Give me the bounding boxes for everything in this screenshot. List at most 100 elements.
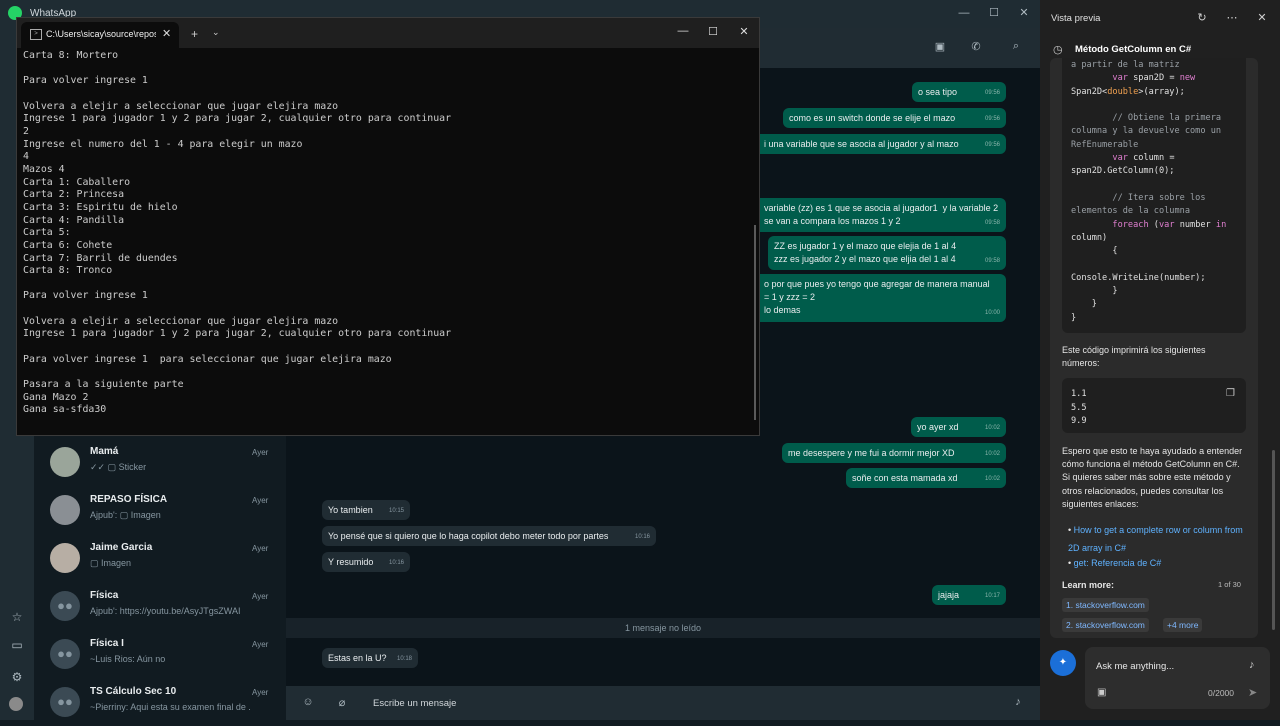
terminal-scrollbar[interactable]: [754, 225, 756, 420]
chat-preview: ▢ Imagen: [90, 558, 132, 568]
new-tab-icon[interactable]: +: [191, 27, 198, 41]
ask-input-box[interactable]: [1085, 647, 1270, 709]
message-text: Yo tambien: [328, 505, 373, 515]
message-text: i una variable que se asocia al jugador …: [764, 139, 959, 149]
terminal-tab-title: C:\Users\sicay\source\repos\: [46, 29, 156, 39]
microphone-icon[interactable]: ♪: [1010, 696, 1026, 710]
message-bubble[interactable]: o sea tipo 09:56: [912, 82, 1006, 102]
message-time: 10:16: [634, 534, 650, 540]
message-bubble[interactable]: ZZ es jugador 1 y el mazo que elejia de …: [768, 236, 1006, 270]
maximize-icon[interactable]: ☐: [984, 4, 1004, 22]
message-time: 09:56: [984, 90, 1000, 96]
reference-link[interactable]: get: Referencia de C#: [1074, 558, 1162, 568]
chat-preview: ✓✓ ▢ Sticker: [90, 462, 147, 472]
settings-icon[interactable]: ⚙: [8, 668, 26, 686]
code-line: span2D.GetColumn(0);: [1071, 166, 1175, 177]
message-bubble[interactable]: como es un switch donde se elije el mazo…: [783, 108, 1006, 128]
code-line: Span2D<double>(array);: [1071, 86, 1185, 97]
code-line: // Itera sobre los: [1071, 192, 1206, 203]
tab-close-icon[interactable]: ✕: [162, 27, 171, 40]
response-count: 1 of 30: [1218, 580, 1241, 589]
message-text: Y resumido: [328, 557, 374, 567]
message-bubble[interactable]: jajaja 10:17: [932, 585, 1006, 605]
maximize-icon[interactable]: ☐: [703, 25, 723, 41]
chat-item-jaime-garcia[interactable]: Jaime Garcia ▢ Imagen Ayer: [34, 534, 286, 582]
chat-item-fisica[interactable]: ●● Física Ajpub': https://youtu.be/AsyJT…: [34, 582, 286, 630]
chat-item-repaso-fisica[interactable]: REPASO FÍSICA Ajpub': ▢ Imagen Ayer: [34, 486, 286, 534]
message-text: jajaja: [938, 590, 960, 600]
ask-input[interactable]: Ask me anything...: [1096, 661, 1174, 672]
emoji-icon[interactable]: ☺: [300, 696, 316, 710]
search-icon[interactable]: ⌕: [1006, 40, 1026, 56]
message-bubble[interactable]: Yo pensé que si quiero que lo haga copil…: [322, 526, 656, 546]
message-time: 10:15: [388, 508, 404, 514]
chat-time: Ayer: [252, 496, 269, 505]
code-line: }: [1071, 312, 1077, 323]
archive-icon[interactable]: ▭: [8, 636, 26, 654]
copy-icon[interactable]: ❐: [1226, 388, 1235, 399]
close-icon[interactable]: ✕: [1254, 11, 1270, 25]
panel-scrollbar[interactable]: [1272, 450, 1275, 630]
message-bubble[interactable]: Y resumido 10:16: [322, 552, 410, 572]
minimize-icon[interactable]: —: [954, 4, 974, 22]
chat-item-ts-calculo[interactable]: ●● TS Cálculo Sec 10 ~Pierriny: Aqui est…: [34, 678, 286, 726]
output-text[interactable]: 1.1 5.5 9.9: [1071, 388, 1087, 429]
voice-call-icon[interactable]: ✆: [966, 40, 986, 56]
chat-name: Jaime Garcia: [90, 542, 153, 553]
image-upload-icon[interactable]: ▣: [1097, 687, 1106, 698]
message-bubble[interactable]: soñe con esta mamada xd 10:02: [846, 468, 1006, 488]
new-topic-icon[interactable]: ✦: [1050, 650, 1076, 676]
microphone-icon[interactable]: ♪: [1249, 659, 1255, 671]
message-text: variable (zz) es 1 que se asocia al juga…: [764, 203, 999, 226]
message-text: o por que pues yo tengo que agregar de m…: [764, 279, 990, 315]
message-time: 10:02: [984, 476, 1000, 482]
response-paragraph: Espero que esto te haya ayudado a entend…: [1062, 446, 1243, 509]
reference-link[interactable]: How to get a complete row or column from…: [1068, 525, 1243, 553]
link-item[interactable]: • How to get a complete row or column fr…: [1068, 520, 1250, 556]
more-sources-chip[interactable]: +4 more: [1163, 618, 1203, 632]
source-chip[interactable]: 2. stackoverflow.com: [1062, 618, 1149, 632]
chat-preview: Ajpub': ▢ Imagen: [90, 510, 161, 520]
message-bubble[interactable]: Yo tambien 10:15: [322, 500, 410, 520]
star-icon[interactable]: ☆: [8, 608, 26, 626]
message-bubble[interactable]: i una variable que se asocia al jugador …: [758, 134, 1006, 154]
code-line: {: [1071, 246, 1118, 257]
chat-item-fisica-i[interactable]: ●● Física I ~Luis Rios: Aún no Ayer: [34, 630, 286, 678]
chat-item-mama[interactable]: Mamá ✓✓ ▢ Sticker Ayer: [34, 438, 286, 486]
more-icon[interactable]: ⋯: [1224, 11, 1240, 25]
chevron-down-icon[interactable]: ⌄: [212, 27, 220, 38]
source-chip[interactable]: 1. stackoverflow.com: [1062, 598, 1149, 612]
link-item[interactable]: • get: Referencia de C#: [1068, 553, 1250, 571]
chat-time: Ayer: [252, 544, 269, 553]
refresh-icon[interactable]: ↻: [1194, 11, 1210, 25]
code-text[interactable]: a partir de la matriz var span2D = new S…: [1071, 59, 1226, 325]
code-line: }: [1071, 299, 1097, 310]
chat-time: Ayer: [252, 688, 269, 697]
message-bubble[interactable]: Estas en la U? 10:18: [322, 648, 418, 668]
video-call-icon[interactable]: ▣: [930, 40, 950, 56]
message-time: 10:17: [984, 593, 1000, 599]
message-bubble[interactable]: yo ayer xd 10:02: [911, 417, 1006, 437]
message-bubble[interactable]: me desespere y me fui a dormir mejor XD 1…: [782, 443, 1006, 463]
message-input[interactable]: Escribe un mensaje: [373, 698, 456, 709]
group-icon: ●●: [50, 687, 80, 717]
minimize-icon[interactable]: —: [673, 25, 693, 41]
close-icon[interactable]: ✕: [734, 25, 754, 41]
message-text: soñe con esta mamada xd: [852, 473, 958, 483]
message-bubble[interactable]: o por que pues yo tengo que agregar de m…: [758, 274, 1006, 322]
history-icon[interactable]: ◷: [1053, 43, 1063, 56]
attach-icon[interactable]: ⌀: [334, 696, 350, 710]
chat-name: REPASO FÍSICA: [90, 494, 168, 505]
code-line: column): [1071, 232, 1108, 243]
group-icon: ●●: [50, 591, 80, 621]
code-line: a partir de la matriz: [1071, 60, 1180, 70]
message-text: yo ayer xd: [917, 422, 959, 432]
terminal-icon: >: [30, 29, 42, 40]
message-bubble[interactable]: variable (zz) es 1 que se asocia al juga…: [758, 198, 1006, 232]
terminal-output[interactable]: Carta 8: Mortero Para volver ingrese 1 V…: [23, 50, 723, 417]
profile-avatar[interactable]: [9, 697, 23, 711]
send-icon[interactable]: ➤: [1248, 686, 1257, 699]
code-line: var span2D = new: [1112, 73, 1196, 84]
message-time: 09:58: [984, 220, 1000, 226]
close-icon[interactable]: ✕: [1014, 4, 1034, 22]
